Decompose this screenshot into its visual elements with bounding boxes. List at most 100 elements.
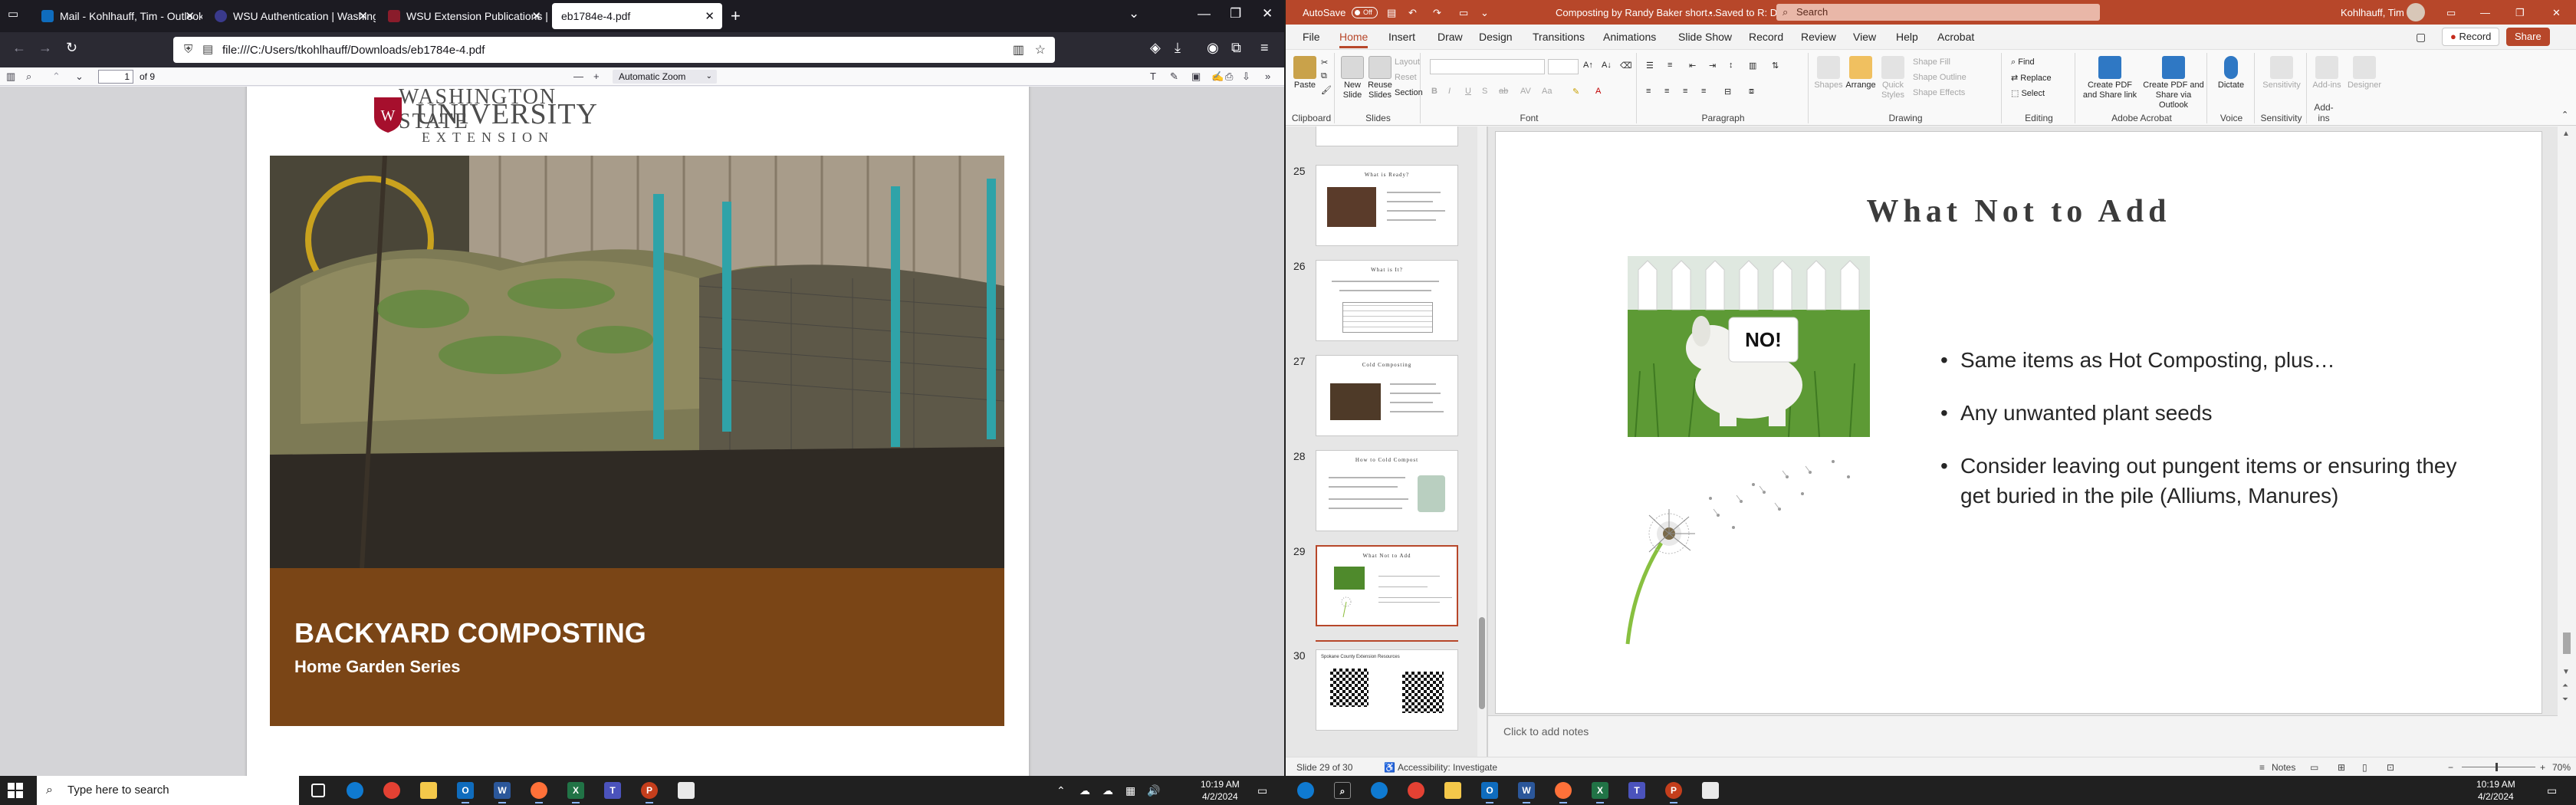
zoom-slider-thumb[interactable] <box>2496 763 2498 771</box>
grow-font-icon[interactable]: A↑ <box>1583 61 1593 70</box>
previous-page-icon[interactable]: ⌃ <box>52 71 61 83</box>
maximize-icon[interactable]: ❐ <box>1230 6 1241 21</box>
arrange-button[interactable]: Arrange <box>1845 56 1876 90</box>
next-slide-icon[interactable]: ⏷ <box>2562 695 2568 704</box>
save-icon[interactable]: ▤ <box>1387 7 1396 19</box>
excel-icon[interactable]: X <box>1592 782 1608 803</box>
zoom-level[interactable]: 70% <box>2552 762 2571 773</box>
taskbar-search-box[interactable]: ⌕ Type here to search <box>37 776 299 805</box>
tools-menu-icon[interactable]: » <box>1265 71 1270 82</box>
format-painter-icon[interactable]: 🖌 <box>1321 85 1332 95</box>
slide-sorter-icon[interactable]: ⊞ <box>2338 762 2345 773</box>
current-slide[interactable]: What Not to Add NO! • Same items as Hot … <box>1495 131 2542 714</box>
tab-slide-show[interactable]: Slide Show <box>1678 31 1732 43</box>
previous-slide-icon[interactable]: ⏶ <box>2562 682 2568 690</box>
extensions-icon[interactable]: ⧉ <box>1231 40 1241 56</box>
shadow-icon[interactable]: S <box>1482 87 1487 96</box>
notifications-icon[interactable]: ▭ <box>2547 784 2557 797</box>
signature-icon[interactable]: ✍ <box>1211 71 1224 83</box>
firefox-icon[interactable] <box>531 782 547 803</box>
shape-outline-button[interactable]: Shape Outline <box>1913 73 1967 82</box>
normal-view-icon[interactable]: ▭ <box>2310 762 2318 773</box>
tab-pdf[interactable]: eb1784e-4.pdf ✕ <box>552 3 722 29</box>
notifications-icon[interactable]: ▭ <box>1257 784 1267 797</box>
record-button[interactable]: ● Record <box>2442 28 2500 46</box>
firefox-icon[interactable] <box>1555 782 1572 803</box>
accessibility-status[interactable]: Accessibility: Investigate <box>1398 762 1497 773</box>
section-button[interactable]: Section <box>1395 88 1423 97</box>
app-icon[interactable] <box>1702 782 1719 799</box>
save-icon[interactable]: ⇩ <box>1242 71 1250 83</box>
find-button[interactable]: ⌕ Find <box>2011 58 2035 67</box>
bookmark-star-icon[interactable]: ☆ <box>1035 42 1046 58</box>
zoom-in-icon[interactable]: + <box>2540 762 2545 773</box>
tab-view[interactable]: View <box>1853 31 1876 43</box>
bullet-item[interactable]: Same items as Hot Composting, plus… <box>1940 345 2477 375</box>
onedrive-icon[interactable]: ☁ <box>1079 784 1090 797</box>
close-icon[interactable]: ✕ <box>358 9 368 23</box>
slide-thumbnail-26[interactable]: What is It? <box>1316 260 1458 341</box>
outlook-icon[interactable]: O <box>457 782 474 803</box>
sidebar-toggle-icon[interactable]: ▥ <box>6 71 15 83</box>
no-sign-dog-image[interactable]: NO! <box>1628 256 1870 437</box>
increase-indent-icon[interactable]: ⇥ <box>1709 61 1716 71</box>
slide-thumbnail-29[interactable]: What Not to Add <box>1316 545 1458 626</box>
create-pdf-share-link-button[interactable]: Create PDF and Share link <box>2080 56 2140 100</box>
cut-icon[interactable]: ✂ <box>1321 58 1328 67</box>
reading-view-icon[interactable]: ▯ <box>2362 762 2367 773</box>
account-icon[interactable]: ◉ <box>1207 40 1219 56</box>
menu-icon[interactable]: ≡ <box>1260 40 1269 56</box>
edge-icon[interactable] <box>1371 782 1388 799</box>
clear-format-icon[interactable]: ⌫ <box>1620 61 1632 71</box>
volume-icon[interactable]: 🔊 <box>1147 784 1160 797</box>
app-icon[interactable] <box>678 782 695 799</box>
reader-view-icon[interactable]: ▥ <box>1013 42 1024 58</box>
word-icon[interactable]: W <box>1518 782 1535 803</box>
tab-wsu-auth[interactable]: WSU Authentication | Washington ✕ <box>205 3 376 29</box>
underline-icon[interactable]: U <box>1465 87 1471 96</box>
text-direction-icon[interactable]: ⇅ <box>1772 61 1779 71</box>
back-icon[interactable]: ← <box>12 40 26 56</box>
tray-overflow-icon[interactable]: ⌃ <box>1056 784 1066 797</box>
teams-icon[interactable]: T <box>604 782 621 799</box>
designer-button[interactable]: Designer <box>2347 56 2382 90</box>
edge-icon[interactable] <box>347 782 363 799</box>
accessibility-icon[interactable]: ♿ <box>1384 762 1395 773</box>
notes-pane[interactable]: Click to add notes <box>1488 715 2558 757</box>
file-explorer-icon[interactable] <box>1444 782 1461 799</box>
layout-button[interactable]: Layout <box>1395 58 1420 67</box>
pdf-viewer[interactable]: WASHINGTON STATE W UNIVERSITY EXTENSION <box>0 87 1284 776</box>
strikethrough-icon[interactable]: ab <box>1499 87 1508 96</box>
char-spacing-icon[interactable]: AV <box>1520 87 1531 96</box>
align-left-icon[interactable]: ≡ <box>1646 87 1651 96</box>
url-bar[interactable]: ⛨ ▤ file:///C:/Users/tkohlhauff/Download… <box>173 37 1055 63</box>
tab-list-icon[interactable]: ▭ <box>8 7 18 21</box>
outlook-icon[interactable]: O <box>1481 782 1498 803</box>
print-icon[interactable]: ⎙ <box>1225 71 1233 83</box>
tab-animations[interactable]: Animations <box>1603 31 1656 43</box>
tab-review[interactable]: Review <box>1801 31 1836 43</box>
new-slide-button[interactable]: New Slide <box>1339 56 1365 100</box>
change-case-icon[interactable]: Aa <box>1542 87 1552 96</box>
create-pdf-outlook-button[interactable]: Create PDF and Share via Outlook <box>2143 56 2204 110</box>
decrease-indent-icon[interactable]: ⇤ <box>1689 61 1696 71</box>
slide-thumbnails-pane[interactable]: 25 What is Ready? 26 What is It? 27 Cold… <box>1286 127 1487 757</box>
minimize-icon[interactable]: — <box>2480 7 2490 18</box>
slideshow-icon[interactable]: ▭ <box>1459 7 1468 19</box>
collapse-ribbon-icon[interactable]: ⌃ <box>2561 110 2568 120</box>
draw-tool-icon[interactable]: ✎ <box>1170 71 1178 83</box>
close-icon[interactable]: ✕ <box>185 9 195 23</box>
slide-thumbnail-25[interactable]: What is Ready? <box>1316 165 1458 246</box>
slide-thumbnail[interactable] <box>1316 127 1458 146</box>
file-explorer-icon[interactable] <box>420 782 437 799</box>
windows-start-icon[interactable] <box>8 783 23 798</box>
undo-icon[interactable]: ↶ <box>1408 7 1417 19</box>
search-taskbar-icon[interactable]: ⌕ <box>1334 782 1351 799</box>
shape-effects-button[interactable]: Shape Effects <box>1913 88 1965 97</box>
reset-button[interactable]: Reset <box>1395 73 1417 82</box>
close-icon[interactable]: ✕ <box>705 9 715 23</box>
bold-icon[interactable]: B <box>1431 87 1438 96</box>
taskbar-clock[interactable]: 10:19 AM 4/2/2024 <box>1201 778 1240 803</box>
slideshow-icon[interactable]: ⊡ <box>2387 762 2394 773</box>
italic-icon[interactable]: I <box>1448 87 1451 96</box>
